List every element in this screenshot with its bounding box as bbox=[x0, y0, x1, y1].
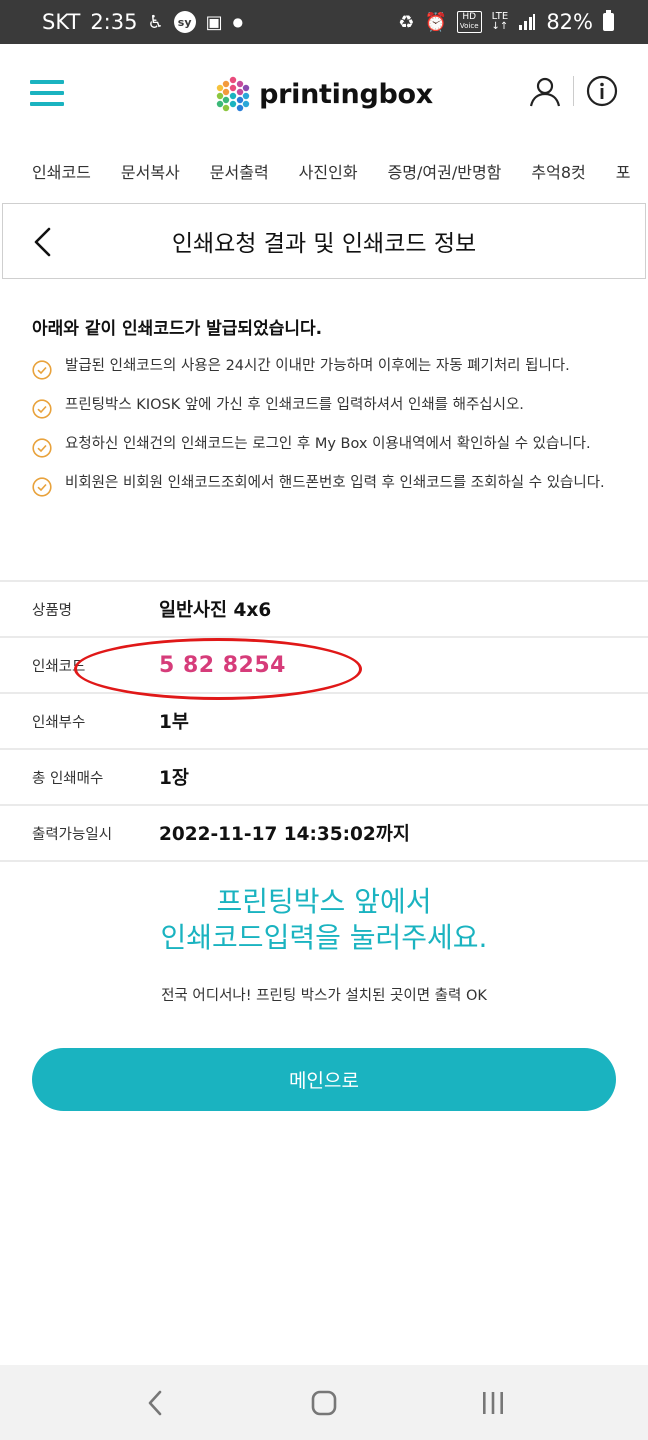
nav-home-icon[interactable] bbox=[304, 1383, 344, 1423]
table-row-print-code: 인쇄코드 5 82 8254 bbox=[0, 638, 648, 694]
promo-section: 프린팅박스 앞에서 인쇄코드입력을 눌러주세요. 전국 어디서나! 프린팅 박스… bbox=[0, 884, 648, 1005]
category-doc-copy[interactable]: 문서복사 bbox=[121, 159, 180, 183]
check-circle-icon bbox=[32, 438, 52, 458]
battery-icon bbox=[603, 10, 614, 31]
alarm-icon: ⏰ bbox=[424, 11, 447, 33]
check-circle-icon bbox=[32, 399, 52, 419]
menu-icon[interactable] bbox=[30, 80, 64, 106]
nav-recents-icon[interactable] bbox=[473, 1383, 513, 1423]
row-label: 인쇄부수 bbox=[32, 714, 86, 731]
header-divider bbox=[573, 76, 574, 106]
notice-list: 발급된 인쇄코드의 사용은 24시간 이내만 가능하며 이후에는 자동 폐기처리… bbox=[32, 357, 616, 497]
logo-text: printingbox bbox=[259, 78, 433, 110]
accessibility-icon: ♿ bbox=[147, 11, 164, 33]
logo[interactable]: printingbox bbox=[215, 75, 433, 113]
notice-text: 요청하신 인쇄건의 인쇄코드는 로그인 후 My Box 이용내역에서 확인하실… bbox=[65, 436, 591, 452]
copies-value: 1부 bbox=[159, 712, 189, 733]
product-name-value: 일반사진 4x6 bbox=[159, 600, 272, 621]
clock: 2:35 bbox=[90, 10, 138, 34]
status-bar: SKT 2:35 ♿ sy ▣ ● ♻ ⏰ HD Voice LTE ↓↑ 82% bbox=[0, 0, 648, 44]
notice-heading: 아래와 같이 인쇄코드가 발급되었습니다. bbox=[32, 319, 323, 339]
table-row-copies: 인쇄부수 1부 bbox=[0, 694, 648, 750]
category-id-photo[interactable]: 증명/여권/반명함 bbox=[388, 159, 502, 183]
lte-label: LTE bbox=[491, 11, 509, 22]
hd-voice-icon: HD Voice bbox=[456, 11, 482, 33]
category-doc-print[interactable]: 문서출력 bbox=[210, 159, 269, 183]
notice-item: 프린팅박스 KIOSK 앞에 가신 후 인쇄코드를 입력하셔서 인쇄를 해주십시… bbox=[32, 396, 616, 419]
row-label: 인쇄코드 bbox=[32, 658, 86, 675]
row-label: 상품명 bbox=[32, 602, 73, 619]
signal-icon bbox=[519, 14, 536, 30]
total-sheets-value: 1장 bbox=[159, 768, 189, 789]
battery-percent: 82% bbox=[546, 10, 593, 34]
expiry-value: 2022-11-17 14:35:02까지 bbox=[159, 824, 410, 845]
promo-subtext: 전국 어디서나! 프린팅 박스가 설치된 곳이면 출력 OK bbox=[161, 988, 487, 1004]
voice-label: Voice bbox=[459, 22, 479, 30]
image-icon: ▣ bbox=[205, 11, 223, 33]
promo-line-1: 프린팅박스 앞에서 bbox=[216, 885, 432, 918]
back-arrow-icon[interactable] bbox=[29, 226, 57, 258]
notice-text: 비회원은 비회원 인쇄코드조회에서 핸드폰번호 입력 후 인쇄코드를 조회하실 … bbox=[65, 475, 605, 491]
notice-item: 발급된 인쇄코드의 사용은 24시간 이내만 가능하며 이후에는 자동 폐기처리… bbox=[32, 357, 616, 380]
row-label: 출력가능일시 bbox=[32, 826, 113, 843]
user-icon[interactable] bbox=[529, 75, 561, 107]
notice-section: 아래와 같이 인쇄코드가 발급되었습니다. 발급된 인쇄코드의 사용은 24시간… bbox=[32, 314, 616, 513]
row-label: 총 인쇄매수 bbox=[32, 770, 104, 787]
table-row-total-sheets: 총 인쇄매수 1장 bbox=[0, 750, 648, 806]
go-main-button[interactable]: 메인으로 bbox=[32, 1048, 616, 1111]
notice-text: 프린팅박스 KIOSK 앞에 가신 후 인쇄코드를 입력하셔서 인쇄를 해주십시… bbox=[65, 397, 524, 413]
recycle-icon: ♻ bbox=[398, 11, 415, 33]
print-code-value: 5 82 8254 bbox=[159, 652, 286, 678]
category-memory-8cut[interactable]: 추억8컷 bbox=[531, 159, 585, 183]
app-header: printingbox bbox=[0, 44, 648, 144]
printingbox-cube-icon bbox=[216, 76, 250, 112]
print-info-table: 상품명 일반사진 4x6 인쇄코드 5 82 8254 인쇄부수 1부 총 인쇄… bbox=[0, 580, 648, 862]
notice-item: 요청하신 인쇄건의 인쇄코드는 로그인 후 My Box 이용내역에서 확인하실… bbox=[32, 435, 616, 458]
notification-dot-icon: ● bbox=[232, 15, 244, 29]
hd-label: HD bbox=[462, 12, 477, 22]
page-title: 인쇄요청 결과 및 인쇄코드 정보 bbox=[171, 231, 477, 257]
notice-text: 발급된 인쇄코드의 사용은 24시간 이내만 가능하며 이후에는 자동 폐기처리… bbox=[65, 358, 570, 374]
category-more[interactable]: 포 bbox=[616, 159, 631, 183]
category-photo-print[interactable]: 사진인화 bbox=[299, 159, 358, 183]
lte-icon: LTE ↓↑ bbox=[491, 11, 509, 32]
table-row-product: 상품명 일반사진 4x6 bbox=[0, 582, 648, 638]
check-circle-icon bbox=[32, 477, 52, 497]
sy-badge-icon: sy bbox=[173, 11, 196, 33]
category-print-code[interactable]: 인쇄코드 bbox=[32, 159, 91, 183]
system-nav-bar bbox=[0, 1365, 648, 1440]
notice-item: 비회원은 비회원 인쇄코드조회에서 핸드폰번호 입력 후 인쇄코드를 조회하실 … bbox=[32, 474, 616, 497]
table-row-expiry: 출력가능일시 2022-11-17 14:35:02까지 bbox=[0, 806, 648, 862]
category-nav: 인쇄코드 문서복사 문서출력 사진인화 증명/여권/반명함 추억8컷 포 bbox=[0, 144, 648, 198]
page-title-bar: 인쇄요청 결과 및 인쇄코드 정보 bbox=[2, 203, 646, 279]
promo-line-2: 인쇄코드입력을 눌러주세요. bbox=[160, 921, 488, 954]
carrier-label: SKT bbox=[42, 10, 81, 34]
check-circle-icon bbox=[32, 360, 52, 380]
nav-back-icon[interactable] bbox=[135, 1383, 175, 1423]
info-icon[interactable] bbox=[586, 75, 618, 107]
